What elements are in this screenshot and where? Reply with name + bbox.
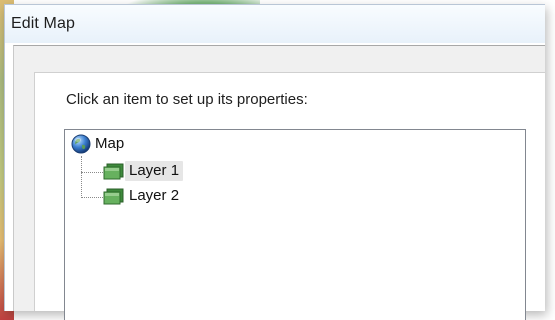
layer-icon	[103, 187, 125, 205]
layer-icon	[103, 162, 125, 180]
tree-item-layer-2[interactable]: Layer 2	[103, 185, 183, 207]
globe-icon	[71, 134, 91, 154]
properties-panel: Click an item to set up its properties:	[34, 72, 545, 320]
tree-item-label: Layer 2	[129, 187, 180, 204]
window-client-area: Click an item to set up its properties:	[13, 45, 545, 320]
tree-item-label: Map	[95, 135, 125, 152]
edit-map-window: Edit Map Click an item to set up its pro…	[4, 4, 545, 320]
tree-item-map[interactable]: Map	[71, 133, 128, 155]
tree-connector-vertical	[81, 156, 82, 198]
instruction-text: Click an item to set up its properties:	[66, 91, 308, 108]
title-bar[interactable]: Edit Map	[5, 5, 545, 43]
tree-connector-layer-1	[81, 172, 103, 173]
screen: Edit Map Click an item to set up its pro…	[0, 0, 555, 320]
tree-connector-layer-2	[81, 197, 103, 198]
tree-item-label: Layer 1	[125, 161, 184, 181]
window-title: Edit Map	[11, 15, 75, 32]
map-tree-view[interactable]: Map Layer 1 Layer 2	[64, 129, 526, 320]
tree-item-layer-1[interactable]: Layer 1	[103, 160, 184, 182]
